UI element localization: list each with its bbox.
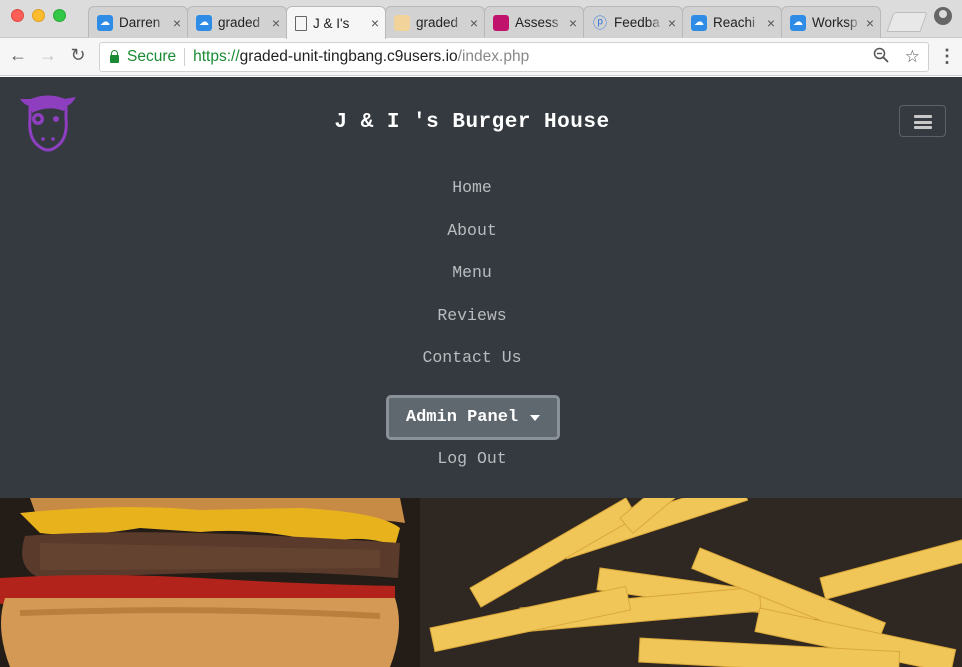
secure-label: Secure bbox=[127, 48, 177, 65]
document-icon bbox=[295, 15, 307, 31]
tab-close-icon[interactable]: × bbox=[767, 15, 775, 31]
hamburger-bar bbox=[914, 115, 932, 118]
url-scheme: https:// bbox=[193, 48, 240, 65]
browser-toolbar: ← → ↻ Secure https:// graded-unit-tingba… bbox=[0, 38, 962, 76]
browser-tab-strip: ☁ Darren × ☁ graded × J & I's × graded ×… bbox=[0, 0, 962, 39]
url-path: /index.php bbox=[457, 48, 530, 65]
site-navbar: J & I 's Burger House Home About Menu Re… bbox=[0, 77, 962, 498]
tab-title: graded bbox=[218, 15, 261, 30]
browser-menu-icon[interactable]: ⋮ bbox=[938, 46, 956, 67]
forward-arrow-icon[interactable]: → bbox=[37, 45, 59, 66]
feedback-icon: ⓟ bbox=[593, 14, 607, 31]
browser-tab[interactable]: ⓟ Feedba × bbox=[583, 6, 683, 38]
pizza-icon bbox=[394, 14, 410, 31]
tab-title: J & I's bbox=[313, 15, 350, 31]
tab-close-icon[interactable]: × bbox=[569, 15, 577, 31]
tab-title: Feedba bbox=[614, 15, 660, 30]
tab-close-icon[interactable]: × bbox=[371, 15, 379, 31]
divider bbox=[184, 48, 186, 66]
nav-link-about[interactable]: About bbox=[0, 219, 944, 262]
nav-link-reviews[interactable]: Reviews bbox=[0, 304, 944, 347]
logout-link[interactable]: Log Out bbox=[0, 449, 944, 468]
cloud9-icon: ☁ bbox=[97, 14, 113, 31]
assessment-icon bbox=[493, 14, 509, 31]
nav-link-contact[interactable]: Contact Us bbox=[0, 346, 944, 389]
burger-and-fries-photo bbox=[0, 498, 962, 667]
tab-title: Darren bbox=[119, 15, 161, 30]
lock-icon bbox=[110, 50, 119, 63]
browser-tab[interactable]: Assess × bbox=[484, 6, 584, 38]
cloud9-icon: ☁ bbox=[691, 14, 707, 31]
browser-tab-active[interactable]: J & I's × bbox=[286, 6, 386, 39]
cloud9-icon: ☁ bbox=[790, 14, 806, 31]
new-tab-button[interactable] bbox=[886, 12, 928, 32]
zoom-window-button[interactable] bbox=[53, 9, 66, 22]
navbar-toggler-button[interactable] bbox=[899, 105, 946, 137]
cloud9-icon: ☁ bbox=[196, 14, 212, 31]
hamburger-bar bbox=[914, 120, 932, 124]
tab-close-icon[interactable]: × bbox=[272, 15, 280, 31]
site-brand-title[interactable]: J & I 's Burger House bbox=[0, 111, 944, 134]
address-bar[interactable]: Secure https:// graded-unit-tingbang.c9u… bbox=[99, 42, 929, 72]
hamburger-bar bbox=[914, 126, 932, 129]
browser-tab[interactable]: ☁ graded × bbox=[187, 6, 287, 38]
back-arrow-icon[interactable]: ← bbox=[7, 45, 29, 66]
tab-title: Reachi bbox=[713, 15, 756, 30]
tab-title: Worksp bbox=[812, 15, 858, 30]
browser-tab[interactable]: ☁ Worksp × bbox=[781, 6, 881, 38]
minimize-window-button[interactable] bbox=[32, 9, 45, 22]
nav-links: Home About Menu Reviews Contact Us bbox=[0, 176, 944, 389]
admin-panel-dropdown-button[interactable]: Admin Panel bbox=[386, 395, 560, 440]
tab-close-icon[interactable]: × bbox=[866, 15, 874, 31]
caret-down-icon bbox=[530, 414, 541, 421]
web-page: J & I 's Burger House Home About Menu Re… bbox=[0, 77, 962, 667]
bookmark-star-icon[interactable]: ☆ bbox=[905, 47, 920, 68]
nav-link-home[interactable]: Home bbox=[0, 176, 944, 219]
zoom-icon[interactable] bbox=[873, 47, 889, 68]
close-window-button[interactable] bbox=[11, 9, 24, 22]
tab-title: graded bbox=[416, 15, 459, 30]
tab-close-icon[interactable]: × bbox=[470, 15, 478, 31]
profile-icon[interactable] bbox=[934, 7, 952, 25]
reload-icon[interactable]: ↻ bbox=[67, 45, 89, 66]
nav-link-menu[interactable]: Menu bbox=[0, 261, 944, 304]
browser-tab[interactable]: ☁ Reachi × bbox=[682, 6, 782, 38]
browser-tab[interactable]: graded × bbox=[385, 6, 485, 38]
tab-title: Assess bbox=[515, 15, 559, 30]
url-host: graded-unit-tingbang.c9users.io bbox=[239, 48, 458, 65]
browser-tab[interactable]: ☁ Darren × bbox=[88, 6, 188, 38]
tab-close-icon[interactable]: × bbox=[668, 15, 676, 31]
admin-panel-label: Admin Panel bbox=[405, 408, 519, 427]
tab-close-icon[interactable]: × bbox=[173, 15, 181, 31]
